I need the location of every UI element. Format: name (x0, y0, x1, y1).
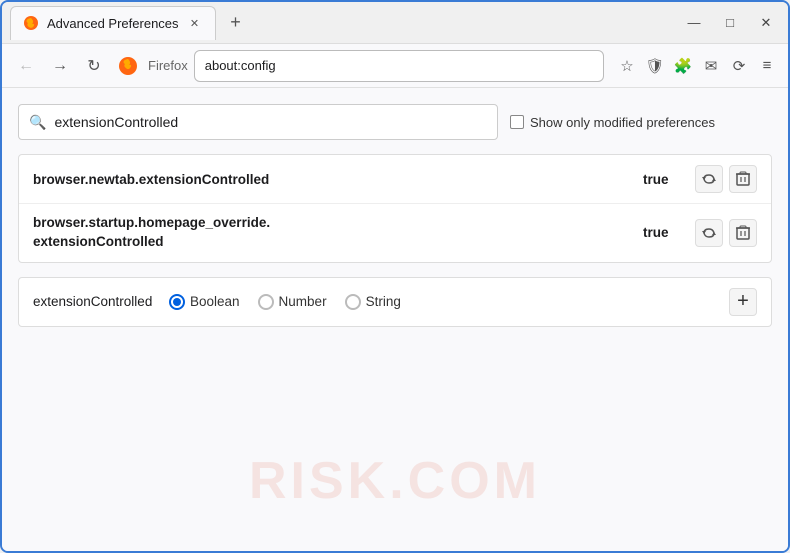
show-modified-row: Show only modified preferences (510, 115, 715, 130)
reset-button-1[interactable] (695, 165, 723, 193)
title-bar: Advanced Preferences ✕ + — □ ✕ (2, 2, 788, 44)
reset-icon-1 (701, 171, 717, 187)
number-radio[interactable] (258, 294, 274, 310)
delete-icon-1 (736, 171, 750, 187)
type-boolean-option[interactable]: Boolean (169, 294, 240, 310)
browser-window: Advanced Preferences ✕ + — □ ✕ ← → ↻ Fir… (0, 0, 790, 553)
reset-button-2[interactable] (695, 219, 723, 247)
pref-name-2: browser.startup.homepage_override. exten… (33, 214, 631, 252)
browser-name-label: Firefox (148, 58, 188, 73)
active-tab[interactable]: Advanced Preferences ✕ (10, 6, 216, 40)
maximize-button[interactable]: □ (716, 13, 744, 33)
delete-icon-2 (736, 225, 750, 241)
add-preference-row: extensionControlled Boolean Number Strin… (18, 277, 772, 327)
window-controls: — □ ✕ (680, 13, 780, 33)
reload-button[interactable]: ↻ (80, 52, 108, 80)
show-modified-checkbox[interactable] (510, 115, 524, 129)
extension-icon[interactable]: 🧩 (672, 55, 694, 77)
back-button[interactable]: ← (12, 52, 40, 80)
delete-button-1[interactable] (729, 165, 757, 193)
boolean-label: Boolean (190, 294, 240, 309)
type-radio-group: Boolean Number String (169, 294, 713, 310)
search-icon: 🔍 (29, 114, 46, 131)
watermark: RISK.COM (249, 451, 541, 511)
pref-name-1: browser.newtab.extensionControlled (33, 172, 631, 187)
reset-icon-2 (701, 225, 717, 241)
type-string-option[interactable]: String (345, 294, 401, 310)
search-box[interactable]: 🔍 (18, 104, 498, 140)
results-table: browser.newtab.extensionControlled true (18, 154, 772, 263)
address-bar[interactable]: about:config (194, 50, 604, 82)
page-content: RISK.COM 🔍 Show only modified preference… (2, 88, 788, 551)
table-row: browser.newtab.extensionControlled true (19, 155, 771, 204)
add-preference-button[interactable]: + (729, 288, 757, 316)
type-number-option[interactable]: Number (258, 294, 327, 310)
show-modified-label: Show only modified preferences (530, 115, 715, 130)
string-label: String (366, 294, 401, 309)
tab-favicon-icon (23, 15, 39, 31)
url-text: about:config (205, 58, 276, 73)
shield-icon[interactable]: 🛡 (644, 55, 666, 77)
search-input[interactable] (54, 114, 487, 130)
search-row: 🔍 Show only modified preferences (18, 104, 772, 140)
tab-close-button[interactable]: ✕ (187, 15, 203, 31)
mail-icon[interactable]: ✉ (700, 55, 722, 77)
row-1-actions (695, 165, 757, 193)
forward-button[interactable]: → (46, 52, 74, 80)
row-2-actions (695, 219, 757, 247)
pref-value-2: true (643, 225, 683, 240)
firefox-logo-icon (118, 56, 138, 76)
sync-icon[interactable]: ⟳ (728, 55, 750, 77)
string-radio[interactable] (345, 294, 361, 310)
menu-button[interactable]: ≡ (756, 55, 778, 77)
pref-value-1: true (643, 172, 683, 187)
new-tab-button[interactable]: + (222, 9, 250, 37)
table-row: browser.startup.homepage_override. exten… (19, 204, 771, 262)
new-pref-name: extensionControlled (33, 294, 153, 309)
delete-button-2[interactable] (729, 219, 757, 247)
nav-icons: ☆ 🛡 🧩 ✉ ⟳ ≡ (616, 55, 778, 77)
number-label: Number (279, 294, 327, 309)
close-button[interactable]: ✕ (752, 13, 780, 33)
boolean-radio[interactable] (169, 294, 185, 310)
bookmark-icon[interactable]: ☆ (616, 55, 638, 77)
tab-label: Advanced Preferences (47, 16, 179, 31)
minimize-button[interactable]: — (680, 13, 708, 33)
nav-bar: ← → ↻ Firefox about:config ☆ 🛡 🧩 ✉ ⟳ ≡ (2, 44, 788, 88)
